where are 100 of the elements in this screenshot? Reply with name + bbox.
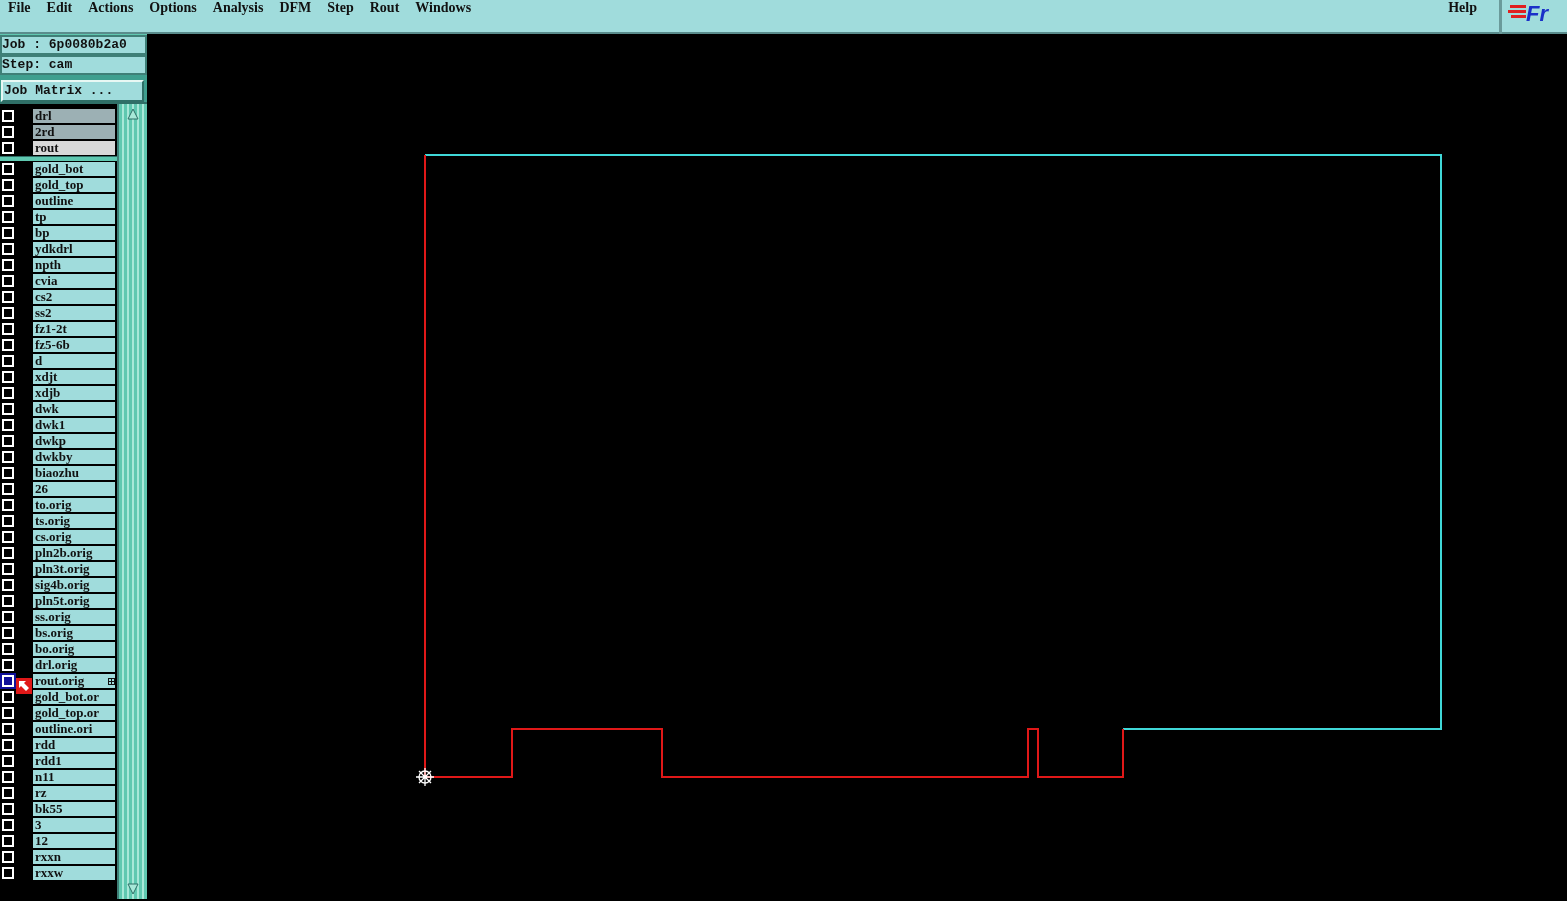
layer-name[interactable]: ts.orig [33, 513, 115, 529]
layer-name[interactable]: rdd1 [33, 753, 115, 769]
layer-name[interactable]: drl.orig [33, 657, 115, 673]
layer-checkbox[interactable] [2, 739, 14, 751]
layer-name[interactable]: cvia [33, 273, 115, 289]
layer-checkbox[interactable] [2, 851, 14, 863]
layer-name[interactable]: xdjb [33, 385, 115, 401]
layer-name[interactable]: bp [33, 225, 115, 241]
layer-name[interactable]: drl [33, 108, 115, 124]
layer-checkbox[interactable] [2, 659, 14, 671]
scrollbar[interactable] [117, 104, 147, 899]
layer-name[interactable]: d [33, 353, 115, 369]
layer-checkbox[interactable] [2, 467, 14, 479]
layer-checkbox[interactable] [2, 563, 14, 575]
layer-checkbox[interactable] [2, 211, 14, 223]
layer-name[interactable]: gold_top [33, 177, 115, 193]
layer-checkbox[interactable] [2, 787, 14, 799]
layer-name[interactable]: pln3t.orig [33, 561, 115, 577]
menu-item[interactable]: Options [141, 0, 205, 16]
layer-name[interactable]: ss2 [33, 305, 115, 321]
layer-checkbox[interactable] [2, 387, 14, 399]
layer-name[interactable]: gold_bot.or [33, 689, 115, 705]
layer-checkbox[interactable] [2, 595, 14, 607]
layer-name[interactable]: outline [33, 193, 115, 209]
layer-name[interactable]: rout.orig [33, 673, 115, 689]
layer-name[interactable]: rdd [33, 737, 115, 753]
layer-checkbox[interactable] [2, 403, 14, 415]
layer-name[interactable]: fz1-2t [33, 321, 115, 337]
layer-checkbox[interactable] [2, 771, 14, 783]
layer-checkbox[interactable] [2, 307, 14, 319]
layer-checkbox[interactable] [2, 435, 14, 447]
layer-checkbox[interactable] [2, 179, 14, 191]
layer-checkbox[interactable] [2, 627, 14, 639]
layer-name[interactable]: sig4b.orig [33, 577, 115, 593]
layer-checkbox[interactable] [2, 579, 14, 591]
layer-name[interactable]: rxxw [33, 865, 115, 881]
layer-checkbox[interactable] [2, 515, 14, 527]
layer-checkbox[interactable] [2, 451, 14, 463]
menu-item[interactable]: Actions [80, 0, 142, 16]
layer-checkbox[interactable] [2, 371, 14, 383]
layer-name[interactable]: pln5t.orig [33, 593, 115, 609]
layer-name[interactable]: bs.orig [33, 625, 115, 641]
layer-name[interactable]: bo.orig [33, 641, 115, 657]
layer-checkbox[interactable] [2, 643, 14, 655]
layer-checkbox[interactable] [2, 227, 14, 239]
layer-name[interactable]: fz5-6b [33, 337, 115, 353]
layer-checkbox[interactable] [2, 547, 14, 559]
layer-checkbox[interactable] [2, 163, 14, 175]
job-matrix-button[interactable]: Job Matrix ... [1, 80, 144, 102]
layer-checkbox[interactable] [2, 419, 14, 431]
layer-name[interactable]: 12 [33, 833, 115, 849]
layer-checkbox[interactable] [2, 803, 14, 815]
layer-name[interactable]: pln2b.orig [33, 545, 115, 561]
layer-name[interactable]: npth [33, 257, 115, 273]
menu-item[interactable]: File [0, 0, 39, 16]
layer-checkbox[interactable] [2, 835, 14, 847]
layer-checkbox[interactable] [2, 291, 14, 303]
layer-name[interactable]: dwk [33, 401, 115, 417]
layer-checkbox[interactable] [2, 339, 14, 351]
layer-checkbox[interactable] [2, 259, 14, 271]
layer-name[interactable]: rz [33, 785, 115, 801]
menu-item[interactable]: Step [319, 0, 362, 16]
layer-name[interactable]: ydkdrl [33, 241, 115, 257]
layer-name[interactable]: biaozhu [33, 465, 115, 481]
layer-name[interactable]: gold_top.or [33, 705, 115, 721]
layer-checkbox[interactable] [2, 355, 14, 367]
layer-checkbox[interactable] [2, 499, 14, 511]
layer-checkbox[interactable] [2, 195, 14, 207]
layer-checkbox[interactable] [2, 675, 14, 687]
layer-checkbox[interactable] [2, 723, 14, 735]
scroll-down-icon[interactable] [127, 883, 139, 895]
layer-name[interactable]: rout [33, 140, 115, 156]
layer-checkbox[interactable] [2, 531, 14, 543]
menu-item[interactable]: Rout [361, 0, 408, 16]
layer-name[interactable]: xdjt [33, 369, 115, 385]
menu-item[interactable]: Analysis [204, 0, 272, 16]
layer-name[interactable]: n11 [33, 769, 115, 785]
layer-name[interactable]: cs2 [33, 289, 115, 305]
layer-checkbox[interactable] [2, 867, 14, 879]
layer-checkbox[interactable] [2, 755, 14, 767]
menu-item[interactable]: DFM [271, 0, 320, 16]
layer-name[interactable]: 3 [33, 817, 115, 833]
layer-name[interactable]: cs.orig [33, 529, 115, 545]
layer-checkbox[interactable] [2, 243, 14, 255]
layer-checkbox[interactable] [2, 275, 14, 287]
layer-checkbox[interactable] [2, 707, 14, 719]
layer-name[interactable]: gold_bot [33, 161, 115, 177]
layer-name[interactable]: dwk1 [33, 417, 115, 433]
layer-checkbox[interactable] [2, 483, 14, 495]
help-menu[interactable]: Help [1442, 0, 1483, 16]
layer-name[interactable]: ss.orig [33, 609, 115, 625]
layer-name[interactable]: to.orig [33, 497, 115, 513]
layer-name[interactable]: bk55 [33, 801, 115, 817]
layer-name[interactable]: rxxn [33, 849, 115, 865]
layer-checkbox[interactable] [2, 126, 14, 138]
menu-item[interactable]: Windows [407, 0, 480, 16]
scroll-up-icon[interactable] [127, 108, 139, 120]
layer-checkbox[interactable] [2, 611, 14, 623]
layer-checkbox[interactable] [2, 110, 14, 122]
layer-checkbox[interactable] [2, 691, 14, 703]
